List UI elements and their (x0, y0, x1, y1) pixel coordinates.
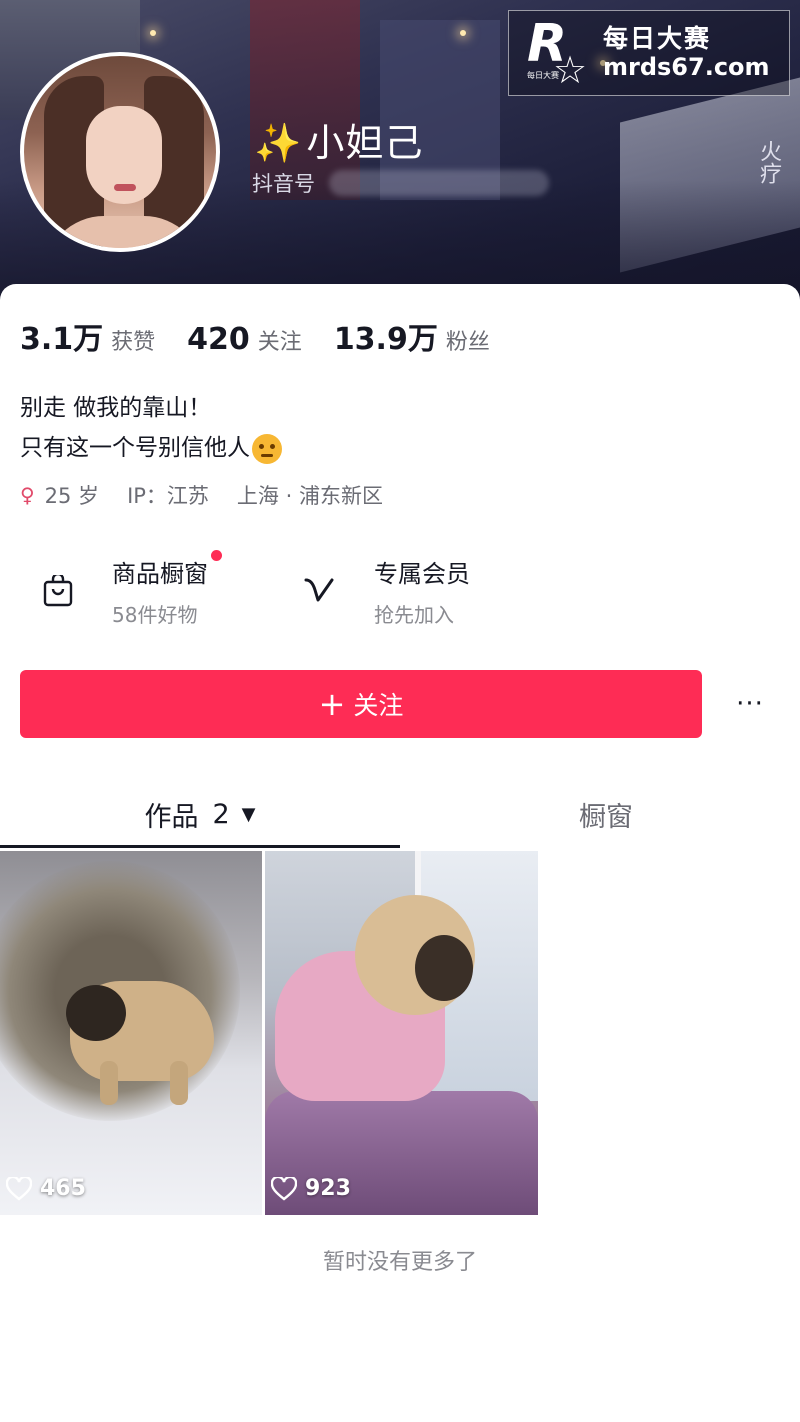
active-tab-indicator (0, 845, 400, 848)
watermark-title: 每日大赛 (603, 23, 712, 53)
thinking-face-emoji-icon (252, 433, 282, 464)
female-gender-icon: ♀ (20, 483, 35, 507)
location-tag[interactable]: 上海 · 浦东新区 (237, 480, 383, 510)
bio-line: 别走 做我的靠山！ (20, 395, 212, 421)
more-options-button[interactable]: ··· (720, 670, 780, 738)
follow-button[interactable]: + 关注 (20, 670, 702, 738)
heart-icon (6, 1176, 32, 1201)
shopping-bag-icon (20, 553, 96, 629)
profile-panel: 3.1万 获赞 420 关注 13.9万 粉丝 别走 做我的靠山！ 只有这一个号别信他… (0, 284, 800, 1422)
profile-nickname: ✨ 小妲己 (254, 121, 424, 165)
tab-shop-window[interactable]: 橱窗 (400, 778, 800, 850)
service-subtitle: 58件好物 (112, 603, 198, 627)
vip-v-icon (282, 553, 358, 629)
video-grid: 465 923 (0, 851, 800, 1215)
watermark-url: mrds67.com (603, 52, 770, 81)
watermark-logo: R ☆ 每日大赛 (527, 14, 588, 92)
plus-icon: + (318, 685, 346, 723)
service-subtitle: 抢先加入 (374, 603, 454, 627)
avatar[interactable] (20, 52, 220, 252)
stat-likes[interactable]: 3.1万 获赞 (20, 314, 155, 358)
video-likes: 923 (271, 1176, 351, 1201)
content-tabs: 作品 2 ▼ 橱窗 (0, 778, 800, 850)
works-count: 2 (212, 798, 230, 830)
video-thumbnail[interactable]: 465 (0, 851, 262, 1215)
age-tag: ♀ 25 岁 (20, 483, 100, 508)
action-row: + 关注 ··· (20, 670, 780, 738)
service-title: 专属会员 (374, 560, 470, 588)
douyin-id-label: 抖音号 (252, 172, 315, 196)
profile-banner: 火疗 R ☆ 每日大赛 每日大赛 mrds67.com ✨ 小妲己 抖音号 (0, 0, 800, 300)
profile-tags: ♀ 25 岁 IP：江苏 上海 · 浦东新区 (20, 480, 411, 510)
notification-dot (211, 550, 222, 561)
video-thumbnail[interactable]: 923 (265, 851, 538, 1215)
caret-down-icon: ▼ (241, 803, 256, 825)
stat-following[interactable]: 420 关注 (187, 322, 302, 357)
profile-bio: 别走 做我的靠山！ 只有这一个号别信他人 (20, 388, 282, 468)
service-shop-window[interactable]: 商品橱窗 58件好物 (20, 546, 320, 636)
heart-icon (271, 1176, 297, 1201)
bio-line: 只有这一个号别信他人 (20, 428, 282, 468)
tab-works[interactable]: 作品 2 ▼ (0, 778, 400, 850)
stats-row: 3.1万 获赞 420 关注 13.9万 粉丝 (20, 314, 522, 358)
douyin-id-value-blurred (329, 170, 549, 196)
banner-light (150, 30, 156, 36)
stat-followers[interactable]: 13.9万 粉丝 (334, 314, 490, 358)
services-row: 商品橱窗 58件好物 专属会员 抢先加入 (20, 546, 780, 636)
video-likes: 465 (6, 1176, 86, 1201)
service-vip-member[interactable]: 专属会员 抢先加入 (282, 546, 582, 636)
banner-sign: 火疗 (756, 140, 781, 184)
watermark: R ☆ 每日大赛 每日大赛 mrds67.com (508, 10, 790, 96)
service-title: 商品橱窗 (112, 560, 208, 588)
banner-light (460, 30, 466, 36)
sparkle-icon: ✨ (254, 121, 303, 165)
douyin-id-row: 抖音号 (252, 168, 549, 198)
ip-tag: IP：江苏 (127, 484, 209, 508)
no-more-content-text: 暂时没有更多了 (322, 1250, 477, 1275)
